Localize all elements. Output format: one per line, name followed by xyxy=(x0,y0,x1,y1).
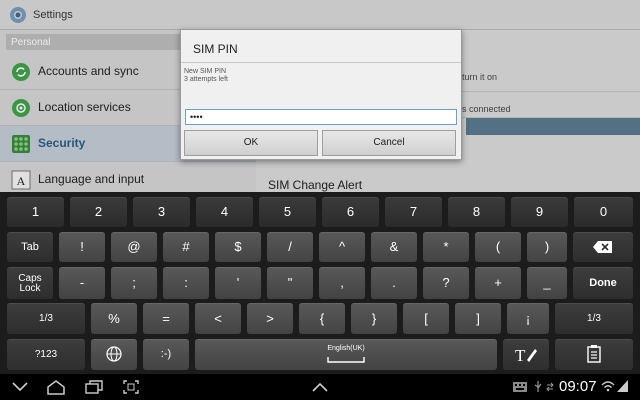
page-switch-key-right[interactable]: 1/3 xyxy=(555,303,633,334)
key-close-brace[interactable]: } xyxy=(351,303,397,334)
titlebar: Settings xyxy=(0,0,640,30)
screenshot-icon[interactable] xyxy=(123,380,139,394)
clock: 09:07 xyxy=(559,378,597,395)
symbol-mode-key[interactable]: ?123 xyxy=(7,339,85,370)
key-0[interactable]: 0 xyxy=(574,197,633,227)
caps-lock-key[interactable]: Caps Lock xyxy=(7,267,53,299)
key-close-paren[interactable]: ) xyxy=(527,232,567,262)
key-ampersand[interactable]: & xyxy=(371,232,417,262)
key-exclamation[interactable]: ! xyxy=(59,232,105,262)
key-quote[interactable]: " xyxy=(267,267,313,299)
android-screen: Settings Personal Accounts and sync Loca… xyxy=(0,0,640,400)
clipboard-icon xyxy=(587,345,601,363)
emoticon-key[interactable]: :-) xyxy=(143,339,189,370)
key-apostrophe[interactable]: ' xyxy=(215,267,261,299)
key-greater-than[interactable]: > xyxy=(247,303,293,334)
dialog-divider xyxy=(181,62,461,63)
language-globe-key[interactable] xyxy=(91,339,137,370)
settings-gear-icon xyxy=(10,7,26,23)
key-minus[interactable]: - xyxy=(59,267,105,299)
page-switch-key-left[interactable]: 1/3 xyxy=(7,303,85,334)
key-open-paren[interactable]: ( xyxy=(475,232,521,262)
key-3[interactable]: 3 xyxy=(133,197,190,227)
key-comma[interactable]: , xyxy=(319,267,365,299)
key-4[interactable]: 4 xyxy=(196,197,253,227)
key-5[interactable]: 5 xyxy=(259,197,316,227)
key-6[interactable]: 6 xyxy=(322,197,379,227)
key-close-bracket[interactable]: ] xyxy=(455,303,501,334)
system-navigation-bar: 09:07 xyxy=(0,374,640,400)
done-key[interactable]: Done xyxy=(573,267,633,299)
key-inverted-exclamation[interactable]: ¡ xyxy=(507,303,549,334)
cancel-button[interactable]: Cancel xyxy=(322,130,456,156)
key-equals[interactable]: = xyxy=(143,303,189,334)
wifi-icon xyxy=(601,381,615,392)
onscreen-keyboard: 1 2 3 4 5 6 7 8 9 0 Tab ! @ # $ / ^ & * … xyxy=(0,192,640,374)
text-pen-icon: T xyxy=(515,346,537,365)
handwriting-key[interactable]: T xyxy=(503,339,549,370)
key-question[interactable]: ? xyxy=(423,267,469,299)
key-2[interactable]: 2 xyxy=(70,197,127,227)
space-icon xyxy=(327,357,365,363)
key-open-brace[interactable]: { xyxy=(299,303,345,334)
key-asterisk[interactable]: * xyxy=(423,232,469,262)
key-hash[interactable]: # xyxy=(163,232,209,262)
home-icon[interactable] xyxy=(46,379,66,395)
mini-apps-chevron-up-icon[interactable] xyxy=(312,383,328,392)
recent-apps-icon[interactable] xyxy=(85,380,103,394)
pin-input[interactable]: •••• xyxy=(185,109,457,125)
keyboard-status-icon xyxy=(513,382,527,392)
key-period[interactable]: . xyxy=(371,267,417,299)
backspace-icon xyxy=(593,241,612,253)
key-plus[interactable]: + xyxy=(475,267,521,299)
backspace-key[interactable] xyxy=(573,232,633,262)
hide-keyboard-chevron-icon[interactable] xyxy=(12,382,28,392)
signal-strength-icon xyxy=(617,380,628,392)
key-dollar[interactable]: $ xyxy=(215,232,261,262)
dialog-title: SIM PIN xyxy=(193,42,238,56)
key-slash[interactable]: / xyxy=(267,232,313,262)
key-underscore[interactable]: _ xyxy=(527,267,567,299)
key-caret[interactable]: ^ xyxy=(319,232,365,262)
sim-pin-dialog: SIM PIN New SIM PIN 3 attempts left ••••… xyxy=(180,29,462,160)
space-bar[interactable]: English(UK) xyxy=(195,339,497,370)
space-bar-language-label: English(UK) xyxy=(327,345,365,352)
key-less-than[interactable]: < xyxy=(195,303,241,334)
key-8[interactable]: 8 xyxy=(448,197,505,227)
app-title: Settings xyxy=(33,9,73,21)
key-open-bracket[interactable]: [ xyxy=(403,303,449,334)
usb-icon xyxy=(534,381,542,392)
key-semicolon[interactable]: ; xyxy=(111,267,157,299)
key-percent[interactable]: % xyxy=(91,303,137,334)
sync-status-icon xyxy=(546,382,554,392)
key-at[interactable]: @ xyxy=(111,232,157,262)
key-9[interactable]: 9 xyxy=(511,197,568,227)
globe-icon xyxy=(106,346,122,362)
key-1[interactable]: 1 xyxy=(7,197,64,227)
dialog-attempts-left: 3 attempts left xyxy=(184,76,228,83)
svg-text:T: T xyxy=(515,346,526,364)
ok-button[interactable]: OK xyxy=(184,130,318,156)
key-colon[interactable]: : xyxy=(163,267,209,299)
clipboard-key[interactable] xyxy=(555,339,633,370)
dialog-message: New SIM PIN xyxy=(184,68,227,75)
tab-key[interactable]: Tab xyxy=(7,232,53,262)
key-7[interactable]: 7 xyxy=(385,197,442,227)
